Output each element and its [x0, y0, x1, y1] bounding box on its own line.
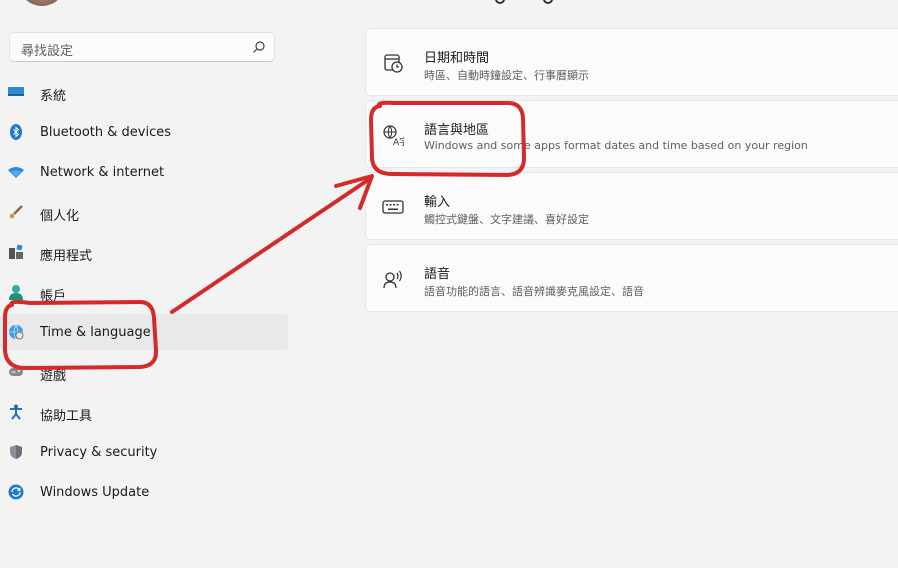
accessibility-icon — [10, 404, 22, 420]
sidebar-item-label: 應用程式 — [40, 249, 93, 264]
language-icon: A字 — [383, 125, 404, 146]
sidebar-item-label: 帳戶 — [40, 289, 67, 304]
card-title: 語音 — [424, 267, 451, 282]
sidebar-item-label: 協助工具 — [40, 409, 93, 424]
svg-text:A字: A字 — [393, 136, 404, 146]
sidebar-item-label: Privacy & security — [40, 445, 158, 460]
wifi-icon — [8, 167, 24, 178]
sidebar-item-label: 系統 — [40, 89, 67, 104]
card-title: 輸入 — [424, 195, 451, 210]
monitor-icon — [8, 87, 24, 96]
window-control-dot — [543, 0, 553, 4]
keyboard-icon — [382, 200, 404, 214]
sidebar-item-accounts[interactable]: 帳戶 — [0, 274, 288, 310]
card-title: 語言與地區 — [424, 123, 490, 138]
calendar-clock-icon — [384, 54, 403, 73]
date-time-card[interactable]: 日期和時間 時區、自動時鐘設定、行事曆顯示 — [365, 28, 898, 96]
sidebar-item-label: Network & internet — [40, 165, 165, 180]
sidebar-item-windows-update[interactable]: Windows Update — [0, 474, 288, 510]
search-input[interactable]: 尋找設定 — [9, 32, 275, 62]
search-placeholder: 尋找設定 — [21, 44, 74, 59]
sidebar-item-label: 遊戲 — [40, 369, 67, 384]
bluetooth-icon — [10, 124, 22, 140]
card-title: 日期和時間 — [424, 51, 490, 66]
card-description: 觸控式鍵盤、文字建議、喜好設定 — [424, 213, 589, 226]
avatar[interactable] — [18, 0, 66, 6]
sidebar-item-time-language[interactable]: Time & language — [0, 314, 288, 350]
sidebar-item-bluetooth[interactable]: Bluetooth & devices — [0, 114, 288, 150]
globe-clock-icon — [9, 324, 24, 340]
sidebar-item-personalization[interactable]: 個人化 — [0, 194, 288, 230]
sidebar-item-privacy[interactable]: Privacy & security — [0, 434, 288, 470]
card-description: 時區、自動時鐘設定、行事曆顯示 — [424, 69, 589, 82]
sidebar-item-accessibility[interactable]: 協助工具 — [0, 394, 288, 430]
apps-icon — [9, 244, 23, 259]
search-icon — [253, 41, 265, 53]
card-description: Windows and some apps format dates and t… — [424, 139, 808, 152]
gamepad-icon — [9, 368, 23, 376]
shield-icon — [10, 445, 22, 459]
sidebar-item-label: Windows Update — [40, 485, 150, 500]
sidebar-item-label: Bluetooth & devices — [40, 125, 171, 140]
paintbrush-icon — [9, 205, 23, 219]
sidebar-item-network[interactable]: Network & internet — [0, 154, 288, 190]
sidebar-item-apps[interactable]: 應用程式 — [0, 234, 288, 270]
update-icon — [8, 484, 24, 500]
sidebar-item-system[interactable]: 系統 — [0, 74, 288, 110]
person-icon — [9, 285, 23, 300]
speech-card[interactable]: 語音 語音功能的語言、語音辨識麥克風設定、語音 — [365, 244, 898, 312]
sidebar-item-gaming[interactable]: 遊戲 — [0, 354, 288, 390]
window-control-dot — [495, 0, 505, 4]
sidebar-item-label: Time & language — [40, 325, 151, 340]
card-description: 語音功能的語言、語音辨識麥克風設定、語音 — [424, 285, 644, 298]
typing-card[interactable]: 輸入 觸控式鍵盤、文字建議、喜好設定 — [365, 172, 898, 240]
sidebar-item-label: 個人化 — [40, 209, 80, 224]
language-region-card[interactable]: A字 語言與地區 Windows and some apps format da… — [365, 100, 898, 168]
speech-icon — [383, 270, 402, 289]
